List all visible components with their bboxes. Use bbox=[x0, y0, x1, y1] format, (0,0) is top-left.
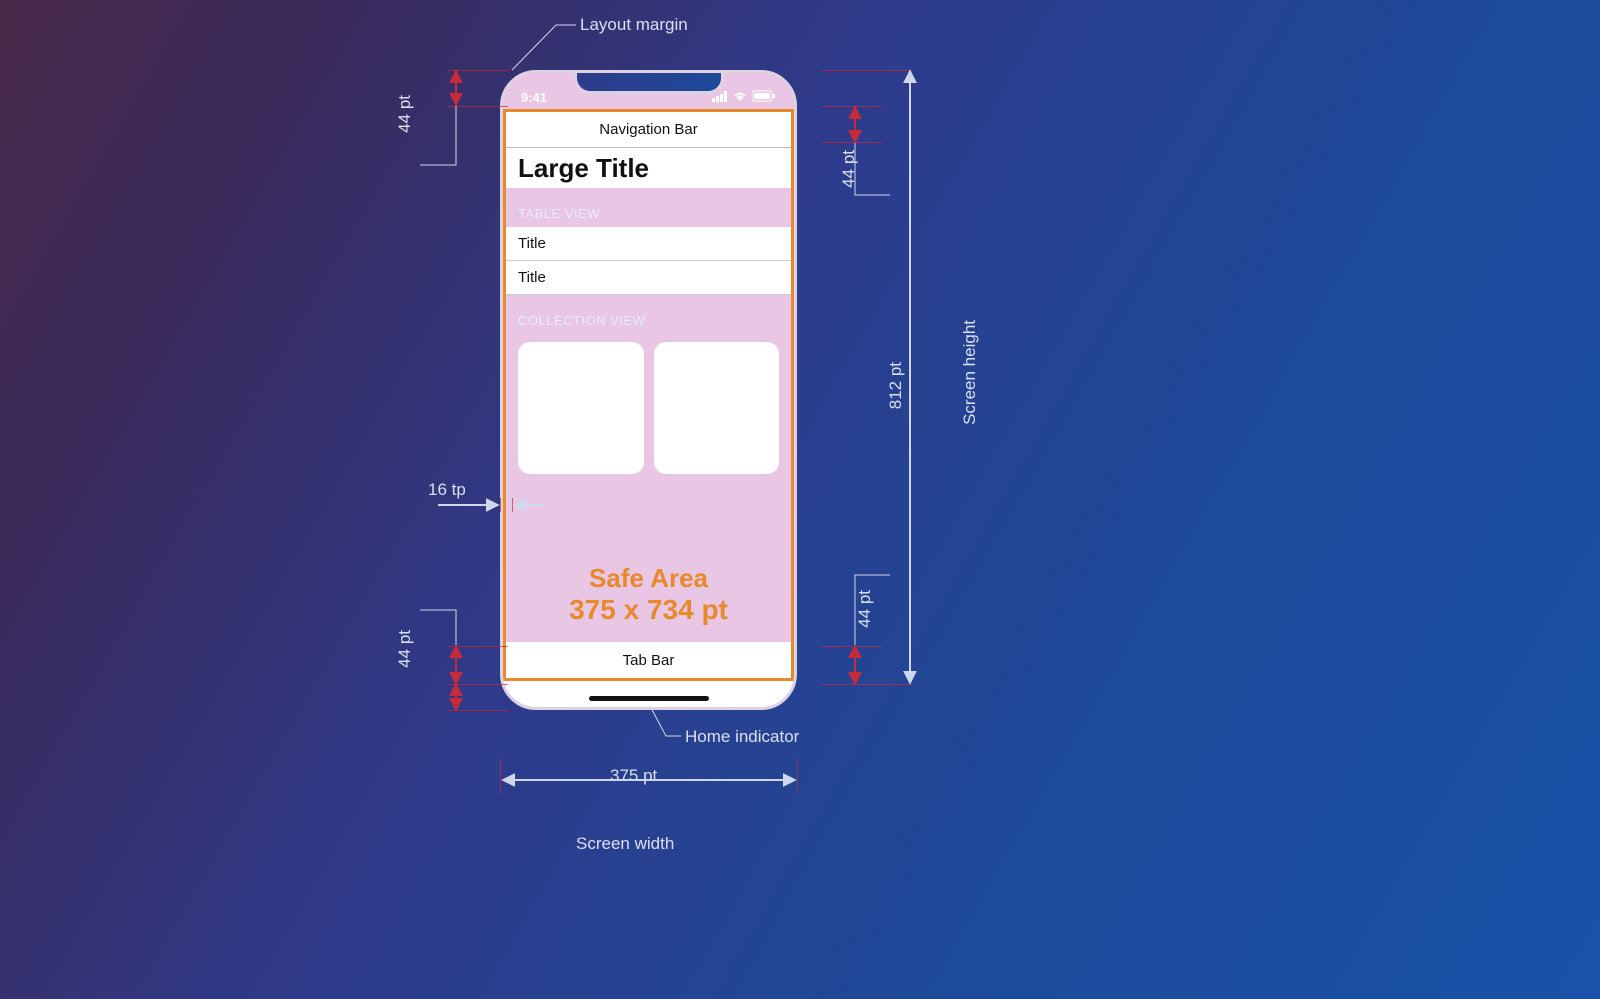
elbow-home-left bbox=[420, 610, 456, 645]
elbow-status-left bbox=[420, 106, 456, 165]
elbow-tab-right bbox=[855, 575, 890, 645]
leader-home-indicator bbox=[650, 706, 681, 736]
elbow-nav-right bbox=[855, 143, 890, 195]
leader-layout-margin bbox=[512, 25, 576, 70]
